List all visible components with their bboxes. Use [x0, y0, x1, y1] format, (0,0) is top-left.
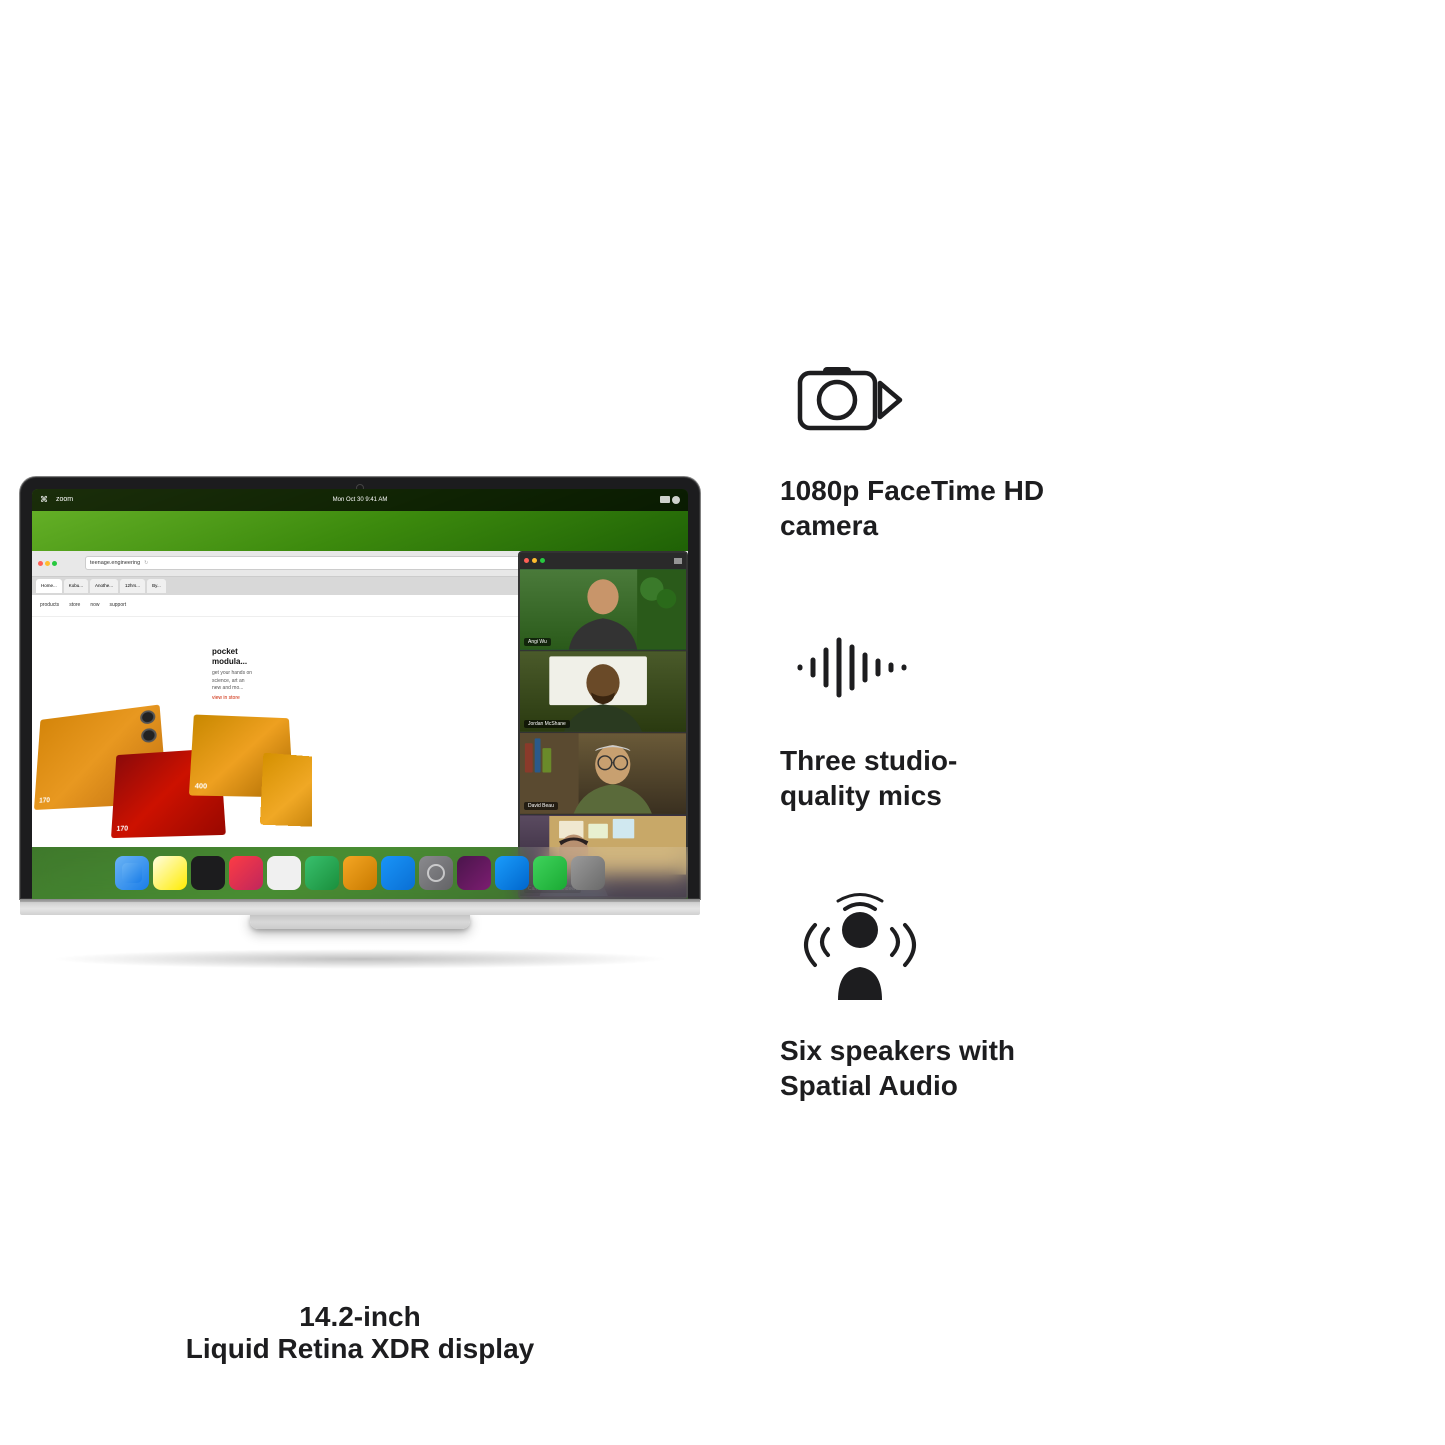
mics-feature-title: Three studio- quality mics [780, 743, 957, 813]
camera-title-line1: 1080p FaceTime HD [780, 475, 1044, 506]
browser-traffic-lights [38, 561, 57, 566]
wifi-icon [660, 496, 670, 503]
camera-feature-title: 1080p FaceTime HD camera [780, 473, 1044, 543]
spatial-audio-icon [783, 885, 938, 1010]
reload-icon[interactable]: ↻ [144, 560, 148, 566]
camera-icon-area [780, 343, 920, 453]
dock-tv[interactable] [191, 856, 225, 890]
nav-store[interactable]: store [69, 602, 80, 608]
menu-bar: ⌘ zoom Mon Oct 30 9:41 AM [32, 489, 688, 511]
bluetooth-icon [672, 496, 680, 504]
nav-support[interactable]: support [110, 602, 127, 608]
knob-1 [140, 709, 156, 724]
feature-mics: Three studio- quality mics [780, 613, 957, 813]
maximize-dot[interactable] [52, 561, 57, 566]
video-grid-close[interactable] [524, 558, 529, 563]
feature-camera: 1080p FaceTime HD camera [780, 343, 1044, 543]
browser-tab-12hrs[interactable]: 12hrs... [120, 579, 145, 593]
video-name-jordan: Jordan McShane [524, 720, 570, 728]
speakers-title-line2: Spatial Audio [780, 1070, 958, 1101]
feature-speakers: Six speakers with Spatial Audio [780, 883, 1015, 1103]
dock-numbers[interactable] [305, 856, 339, 890]
menu-bar-right [660, 496, 680, 504]
grid-view-icon[interactable] [674, 558, 682, 564]
synth-label-400: 400 [195, 783, 208, 790]
video-name-david: David Beau [524, 802, 558, 810]
speakers-icon-area [780, 883, 940, 1013]
camera-title-line2: camera [780, 510, 878, 541]
synth-label-170b: 170 [116, 825, 128, 832]
dock [32, 847, 688, 899]
video-cell-david: David Beau [520, 733, 686, 815]
video-name-angi: Angi Wu [524, 638, 551, 646]
macbook-base [20, 899, 700, 915]
dock-facetime[interactable] [533, 856, 567, 890]
url-text: teenage.engineering [90, 560, 140, 566]
browser-tab-another[interactable]: Anothe... [90, 579, 118, 593]
video-grid-maximize[interactable] [540, 558, 545, 563]
synth-module-4 [260, 752, 312, 827]
video-cell-jordan: Jordan McShane [520, 651, 686, 733]
macbook-stand [250, 915, 470, 929]
speakers-title-line1: Six speakers with [780, 1035, 1015, 1066]
menu-bar-center: Mon Oct 30 9:41 AM [333, 497, 388, 503]
macbook-screen: ⌘ zoom Mon Oct 30 9:41 AM [32, 489, 688, 899]
macbook-laptop: ⌘ zoom Mon Oct 30 9:41 AM [20, 477, 700, 929]
browser-tab-kobu[interactable]: Kobu... [64, 579, 88, 593]
browser-tab-home[interactable]: Home... [36, 579, 62, 593]
dock-finder[interactable] [115, 856, 149, 890]
mics-icon-area [780, 613, 920, 723]
dock-keynote[interactable] [343, 856, 377, 890]
camera-icon [795, 355, 905, 440]
dock-trash[interactable] [571, 856, 605, 890]
display-caption-line2: Liquid Retina XDR display [0, 1333, 720, 1365]
knob-2 [141, 727, 157, 743]
dock-notes[interactable] [153, 856, 187, 890]
dock-zoom[interactable] [495, 856, 529, 890]
menu-bar-left: ⌘ zoom [40, 495, 73, 504]
video-grid-minimize[interactable] [532, 558, 537, 563]
video-grid-controls [548, 558, 682, 564]
main-container: ⌘ zoom Mon Oct 30 9:41 AM [0, 0, 1445, 1445]
dock-slack[interactable] [457, 856, 491, 890]
speakers-feature-title: Six speakers with Spatial Audio [780, 1033, 1015, 1103]
macbook-screen-bezel: ⌘ zoom Mon Oct 30 9:41 AM [20, 477, 700, 899]
minimize-dot[interactable] [45, 561, 50, 566]
left-side: ⌘ zoom Mon Oct 30 9:41 AM [0, 0, 720, 1445]
menu-bar-datetime: Mon Oct 30 9:41 AM [333, 497, 388, 503]
right-side: 1080p FaceTime HD camera [720, 0, 1445, 1445]
laptop-shadow [50, 949, 670, 969]
macbook-hinge [20, 899, 700, 902]
browser-tab-by[interactable]: By... [147, 579, 166, 593]
dock-appstore[interactable] [381, 856, 415, 890]
display-caption-line1: 14.2-inch [0, 1301, 720, 1333]
dock-freeform[interactable] [267, 856, 301, 890]
menu-app-name: zoom [56, 496, 73, 503]
dock-music[interactable] [229, 856, 263, 890]
dock-settings[interactable] [419, 856, 453, 890]
mics-title-line2: quality mics [780, 780, 942, 811]
video-cell-angi: Angi Wu [520, 569, 686, 651]
nav-now[interactable]: now [90, 602, 99, 608]
waveform-icon [785, 625, 915, 710]
nav-products[interactable]: products [40, 602, 59, 608]
mics-title-line1: Three studio- [780, 745, 957, 776]
close-dot[interactable] [38, 561, 43, 566]
synth-label-170: 170 [39, 797, 50, 805]
left-caption: 14.2-inch Liquid Retina XDR display [0, 1301, 720, 1365]
macbook-stand-area [20, 915, 700, 929]
video-grid-header [520, 553, 686, 569]
